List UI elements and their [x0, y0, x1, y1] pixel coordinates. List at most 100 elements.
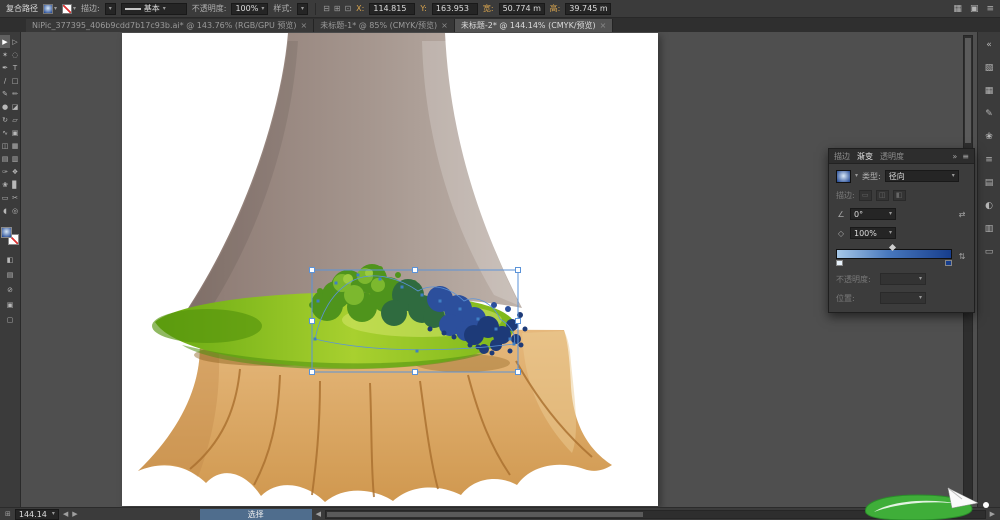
magic-wand-tool[interactable]: ✶	[0, 48, 10, 61]
distribute-objects-icon[interactable]: ⊞	[334, 4, 341, 13]
tab-transparency-panel[interactable]: 透明度	[880, 151, 904, 162]
lasso-tool[interactable]: ◌	[10, 48, 20, 61]
gradient-mode-icon[interactable]: ▤	[5, 268, 15, 281]
stroke-color-control[interactable]: ▾	[62, 4, 76, 14]
gradient-panel-icon[interactable]: ▤	[981, 176, 998, 190]
gradient-aspect-select[interactable]: 100% ▾	[850, 227, 896, 239]
stroke-weight-select[interactable]: ▾	[105, 3, 116, 15]
line-segment-tool[interactable]: /	[0, 74, 10, 87]
artboard[interactable]	[122, 33, 658, 506]
eyedropper-tool[interactable]: ✑	[0, 165, 10, 178]
workspace-switcher-icon[interactable]: ▣	[970, 4, 979, 14]
align-objects-icon[interactable]: ⊟	[323, 4, 330, 13]
fill-color-indicator[interactable]	[1, 227, 12, 238]
eraser-tool[interactable]: ◪	[10, 100, 20, 113]
horizontal-scrollbar-thumb[interactable]	[327, 512, 643, 517]
draw-mode-icon[interactable]: ▣	[5, 298, 15, 311]
zoom-level-select[interactable]: 144.14 ▾	[15, 509, 59, 520]
free-transform-tool[interactable]: ▣	[10, 126, 20, 139]
y-input[interactable]: 163.953	[432, 3, 478, 15]
fill-color-control[interactable]: ▾	[43, 4, 57, 14]
rectangle-tool[interactable]: □	[10, 74, 20, 87]
opacity-select[interactable]: 100% ▾	[231, 3, 268, 15]
blob-brush-tool[interactable]: ●	[0, 100, 10, 113]
arrange-documents-icon[interactable]: ▦	[953, 4, 962, 14]
tab-close-icon[interactable]: ×	[600, 21, 607, 30]
screen-mode-icon[interactable]: ▢	[5, 313, 15, 326]
symbol-sprayer-tool[interactable]: ❀	[0, 178, 10, 191]
caret-down-icon[interactable]: ▾	[54, 6, 57, 12]
caret-down-icon: ▾	[261, 6, 264, 12]
expand-panels-icon[interactable]: «	[981, 38, 998, 52]
style-select[interactable]: ▾	[297, 3, 308, 15]
scroll-right-icon[interactable]: ▶	[990, 510, 995, 518]
gradient-stop-end[interactable]	[945, 260, 952, 266]
x-input[interactable]: 114.815	[369, 3, 415, 15]
shape-builder-tool[interactable]: ◫	[0, 139, 10, 152]
caret-down-icon[interactable]: ▾	[73, 6, 76, 12]
swatches-panel-icon[interactable]: ▦	[981, 84, 998, 98]
vertical-scrollbar-thumb[interactable]	[965, 38, 971, 143]
artboard-navigation-icon[interactable]: ⊞	[5, 510, 11, 518]
stroke-panel-icon[interactable]: ≡	[981, 153, 998, 167]
pencil-tool[interactable]: ✏	[10, 87, 20, 100]
slice-tool[interactable]: ✂	[10, 191, 20, 204]
gradient-type-label: 类型:	[862, 171, 881, 182]
brushes-panel-icon[interactable]: ✎	[981, 107, 998, 121]
column-graph-tool[interactable]: ▊	[10, 178, 20, 191]
layers-panel-icon[interactable]: ▥	[981, 222, 998, 236]
transparency-panel-icon[interactable]: ◐	[981, 199, 998, 213]
rotate-tool[interactable]: ↻	[0, 113, 10, 126]
gradient-tool[interactable]: ▥	[10, 152, 20, 165]
tab-close-icon[interactable]: ×	[441, 21, 448, 30]
gradient-type-select[interactable]: 径向 ▾	[885, 170, 959, 182]
tab-stroke-panel[interactable]: 描边	[834, 151, 850, 162]
height-input[interactable]: 39.745 m	[565, 3, 611, 15]
gradient-swatch-caret-icon[interactable]: ▾	[855, 173, 858, 179]
perspective-grid-tool[interactable]: ▦	[10, 139, 20, 152]
document-tab[interactable]: NiPic_377395_406b9cdd7b17c93b.ai* @ 143.…	[26, 19, 314, 32]
width-input[interactable]: 50.774 m	[499, 3, 545, 15]
artboard-tool[interactable]: ▭	[0, 191, 10, 204]
next-artboard-icon[interactable]: ▶	[72, 510, 77, 518]
symbols-panel-icon[interactable]: ❀	[981, 130, 998, 144]
none-mode-icon[interactable]: ⊘	[5, 283, 15, 296]
color-mode-icon[interactable]: ◧	[5, 253, 15, 266]
brush-definition-select[interactable]: 基本 ▾	[121, 3, 187, 15]
pen-tool[interactable]: ✒	[0, 61, 10, 74]
fill-stroke-indicator[interactable]	[1, 227, 19, 245]
artboards-panel-icon[interactable]: ▭	[981, 245, 998, 259]
stroke-swatch[interactable]	[62, 4, 72, 14]
collapse-panel-icon[interactable]: »	[952, 152, 957, 161]
panel-menu-icon[interactable]: ≡	[962, 152, 969, 161]
hand-tool[interactable]: ◖	[0, 204, 10, 217]
gradient-swatch[interactable]	[836, 170, 851, 183]
fill-swatch[interactable]	[43, 4, 53, 14]
reverse-gradient-icon[interactable]: ⇄	[957, 210, 967, 219]
scroll-left-icon[interactable]: ◀	[316, 510, 321, 518]
app-menu-icon[interactable]: ≡	[986, 4, 994, 14]
reference-point-icon[interactable]: ⊡	[344, 4, 351, 13]
scale-tool[interactable]: ▱	[10, 113, 20, 126]
type-tool[interactable]: T	[10, 61, 20, 74]
width-tool[interactable]: ∿	[0, 126, 10, 139]
document-tab[interactable]: 未标题-2* @ 144.14% (CMYK/预览)×	[455, 19, 613, 32]
gradient-angle-select[interactable]: 0° ▾	[850, 208, 896, 220]
zoom-tool[interactable]: ◎	[10, 204, 20, 217]
opacity-value: 100%	[235, 4, 258, 13]
gradient-bar[interactable]	[836, 249, 952, 259]
gradient-stop-start[interactable]	[836, 260, 843, 266]
tab-close-icon[interactable]: ×	[301, 21, 308, 30]
zoom-value: 144.14	[19, 510, 47, 519]
prev-artboard-icon[interactable]: ◀	[63, 510, 68, 518]
paintbrush-tool[interactable]: ✎	[0, 87, 10, 100]
mesh-tool[interactable]: ▤	[0, 152, 10, 165]
direct-selection-tool[interactable]: ▷	[10, 35, 20, 48]
flip-gradient-icon[interactable]: ⇅	[957, 252, 967, 261]
selection-tool[interactable]: ▶	[0, 35, 10, 48]
blend-tool[interactable]: ❖	[10, 165, 20, 178]
document-tab[interactable]: 未标题-1* @ 85% (CMYK/预览)×	[314, 19, 455, 32]
tab-gradient-panel[interactable]: 渐变	[857, 151, 873, 162]
color-panel-icon[interactable]: ▧	[981, 61, 998, 75]
horizontal-scrollbar[interactable]	[325, 510, 986, 519]
